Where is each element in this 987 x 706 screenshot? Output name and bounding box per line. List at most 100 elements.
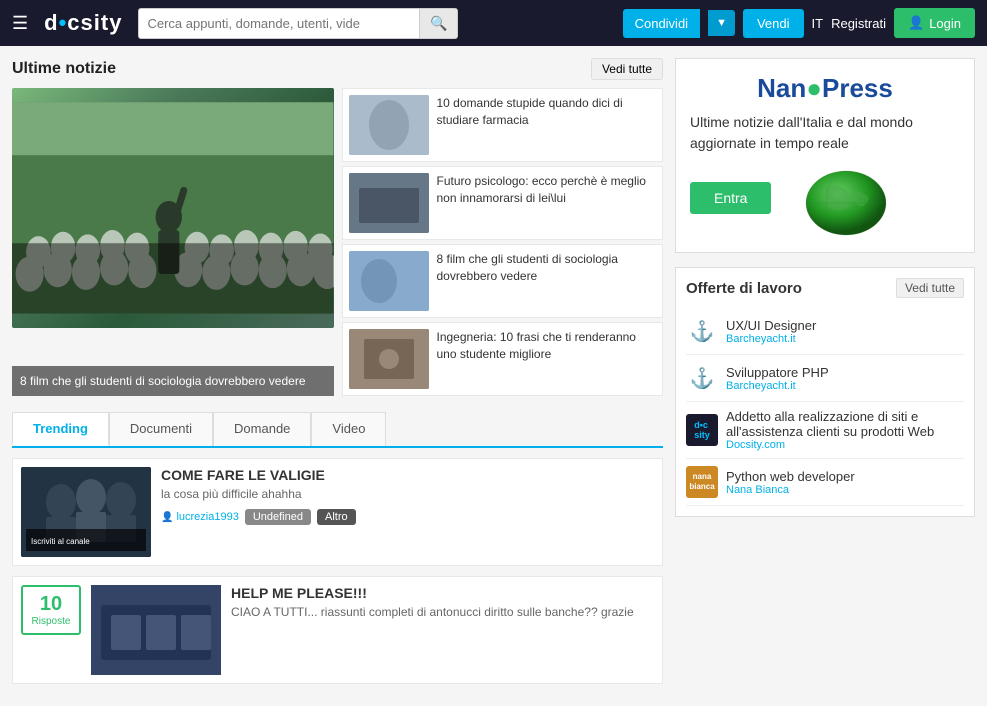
job-item-2[interactable]: d•csity Addetto alla realizzazione di si… bbox=[686, 402, 964, 459]
job-text-3: Python web developer Nana Bianca bbox=[726, 469, 964, 496]
job-title-0: UX/UI Designer bbox=[726, 318, 964, 333]
pharmacy-svg bbox=[349, 95, 429, 155]
psychology-svg bbox=[349, 173, 429, 233]
trending-item-0: Iscriviti al canale COME FARE LE VALIGIE… bbox=[12, 458, 663, 566]
language-button[interactable]: IT bbox=[812, 16, 824, 31]
job-item-0[interactable]: ⚓ UX/UI Designer Barcheyacht.it bbox=[686, 308, 964, 355]
condividi-arrow-button[interactable]: ▼ bbox=[708, 10, 735, 36]
news-side-item-1[interactable]: Futuro psicologo: ecco perchè è meglio n… bbox=[342, 166, 664, 240]
score-number: 10 bbox=[40, 593, 62, 616]
score-label: Risposte bbox=[32, 616, 71, 627]
trending-item-1: 10 Risposte HELP ME PLEASE!!! CIAO A TUT… bbox=[12, 576, 663, 684]
tab-video[interactable]: Video bbox=[311, 412, 386, 446]
news-item-image-3 bbox=[349, 329, 429, 389]
vendi-button[interactable]: Vendi bbox=[743, 9, 804, 38]
job-company-2: Docsity.com bbox=[726, 439, 964, 451]
banche-svg bbox=[91, 585, 221, 675]
person-icon: 👤 bbox=[161, 512, 173, 523]
job-company-3: Nana Bianca bbox=[726, 484, 964, 496]
news-side-item-3[interactable]: Ingegneria: 10 frasi che ti renderanno u… bbox=[342, 322, 664, 396]
news-item-image-2 bbox=[349, 251, 429, 311]
news-item-text-0: 10 domande stupide quando dici di studia… bbox=[437, 95, 657, 155]
job-company-1: Barcheyacht.it bbox=[726, 380, 964, 392]
search-button[interactable]: 🔍 bbox=[419, 9, 457, 38]
trending-title-0: COME FARE LE VALIGIE bbox=[161, 467, 654, 483]
jobs-vedi-tutte-button[interactable]: Vedi tutte bbox=[896, 278, 964, 298]
nanopress-globe-icon: ● bbox=[806, 73, 822, 103]
badge-undefined-0[interactable]: Undefined bbox=[245, 509, 311, 525]
login-icon: 👤 bbox=[908, 15, 924, 31]
news-item-image-0 bbox=[349, 95, 429, 155]
nanopress-ad: Nan●Press Ultime notizie dall'Italia e d… bbox=[675, 58, 975, 253]
news-side-item-2[interactable]: 8 film che gli studenti di sociologia do… bbox=[342, 244, 664, 318]
trending-title-1: HELP ME PLEASE!!! bbox=[231, 585, 654, 601]
globe-svg bbox=[781, 168, 891, 238]
news-main-image bbox=[12, 88, 334, 328]
news-vedi-tutte-button[interactable]: Vedi tutte bbox=[591, 58, 663, 80]
news-side-item-0[interactable]: 10 domande stupide quando dici di studia… bbox=[342, 88, 664, 162]
trending-thumb-1 bbox=[91, 585, 221, 675]
tab-trending[interactable]: Trending bbox=[12, 412, 109, 446]
job-icon-1: ⚓ bbox=[686, 362, 718, 394]
tabs: Trending Documenti Domande Video bbox=[12, 412, 663, 448]
news-title: Ultime notizie bbox=[12, 60, 116, 78]
news-main-item[interactable]: 8 film che gli studenti di sociologia do… bbox=[12, 88, 334, 396]
job-icon-3: nanabianca bbox=[686, 466, 718, 498]
jobs-header: Offerte di lavoro Vedi tutte bbox=[686, 278, 964, 298]
search-input[interactable] bbox=[139, 10, 419, 37]
job-icon-2: d•csity bbox=[686, 414, 718, 446]
job-text-2: Addetto alla realizzazione di siti e all… bbox=[726, 409, 964, 451]
news-main-svg bbox=[12, 88, 334, 328]
author-badge-0[interactable]: 👤 lucrezia1993 bbox=[161, 511, 239, 523]
registrati-button[interactable]: Registrati bbox=[831, 16, 886, 31]
condividi-button[interactable]: Condividi bbox=[623, 9, 700, 38]
logo[interactable]: d•csity bbox=[38, 10, 128, 36]
news-item-text-2: 8 film che gli studenti di sociologia do… bbox=[437, 251, 657, 311]
job-title-2: Addetto alla realizzazione di siti e all… bbox=[726, 409, 964, 439]
engineering-svg bbox=[349, 329, 429, 389]
news-item-image-1 bbox=[349, 173, 429, 233]
login-label: Login bbox=[929, 16, 961, 31]
job-item-1[interactable]: ⚓ Sviluppatore PHP Barcheyacht.it bbox=[686, 355, 964, 402]
job-title-1: Sviluppatore PHP bbox=[726, 365, 964, 380]
job-text-0: UX/UI Designer Barcheyacht.it bbox=[726, 318, 964, 345]
search-bar: 🔍 bbox=[138, 8, 458, 39]
trending-thumb-0: Iscriviti al canale bbox=[21, 467, 151, 557]
login-button[interactable]: 👤 Login bbox=[894, 8, 975, 38]
header-right: Condividi ▼ Vendi IT Registrati 👤 Login bbox=[623, 8, 975, 38]
tab-domande[interactable]: Domande bbox=[213, 412, 311, 446]
entra-button[interactable]: Entra bbox=[690, 182, 771, 214]
hamburger-icon[interactable]: ☰ bbox=[12, 13, 28, 34]
job-company-0: Barcheyacht.it bbox=[726, 333, 964, 345]
author-name-0: lucrezia1993 bbox=[176, 511, 238, 523]
news-side-list: 10 domande stupide quando dici di studia… bbox=[342, 88, 664, 396]
news-main-caption: 8 film che gli studenti di sociologia do… bbox=[12, 366, 334, 396]
tab-documenti[interactable]: Documenti bbox=[109, 412, 213, 446]
job-icon-0: ⚓ bbox=[686, 315, 718, 347]
job-text-1: Sviluppatore PHP Barcheyacht.it bbox=[726, 365, 964, 392]
jobs-section: Offerte di lavoro Vedi tutte ⚓ UX/UI Des… bbox=[675, 267, 975, 517]
nanopress-logo: Nan●Press bbox=[690, 73, 960, 104]
main-container: Ultime notizie Vedi tutte bbox=[0, 46, 987, 706]
news-grid: 8 film che gli studenti di sociologia do… bbox=[12, 88, 663, 396]
trending-desc-1: CIAO A TUTTI... riassunti completi di an… bbox=[231, 605, 654, 619]
trending-desc-0: la cosa più difficile ahahha bbox=[161, 487, 654, 501]
news-section-header: Ultime notizie Vedi tutte bbox=[12, 58, 663, 80]
content-area: Ultime notizie Vedi tutte bbox=[12, 58, 663, 694]
valigie-svg: Iscriviti al canale bbox=[21, 467, 151, 557]
news-item-text-1: Futuro psicologo: ecco perchè è meglio n… bbox=[437, 173, 657, 233]
job-title-3: Python web developer bbox=[726, 469, 964, 484]
job-item-3[interactable]: nanabianca Python web developer Nana Bia… bbox=[686, 459, 964, 506]
header: ☰ d•csity 🔍 Condividi ▼ Vendi IT Registr… bbox=[0, 0, 987, 46]
trending-content-0: COME FARE LE VALIGIE la cosa più diffici… bbox=[161, 467, 654, 557]
badge-altro-0[interactable]: Altro bbox=[317, 509, 356, 525]
nanopress-tagline: Ultime notizie dall'Italia e dal mondo a… bbox=[690, 112, 960, 154]
sidebar: Nan●Press Ultime notizie dall'Italia e d… bbox=[675, 58, 975, 694]
svg-text:Iscriviti al canale: Iscriviti al canale bbox=[31, 537, 90, 546]
trending-meta-0: 👤 lucrezia1993 Undefined Altro bbox=[161, 509, 654, 525]
score-box: 10 Risposte bbox=[21, 585, 81, 635]
jobs-title: Offerte di lavoro bbox=[686, 280, 802, 297]
news-item-text-3: Ingegneria: 10 frasi che ti renderanno u… bbox=[437, 329, 657, 389]
trending-content-1: HELP ME PLEASE!!! CIAO A TUTTI... riassu… bbox=[231, 585, 654, 675]
sociology-svg bbox=[349, 251, 429, 311]
